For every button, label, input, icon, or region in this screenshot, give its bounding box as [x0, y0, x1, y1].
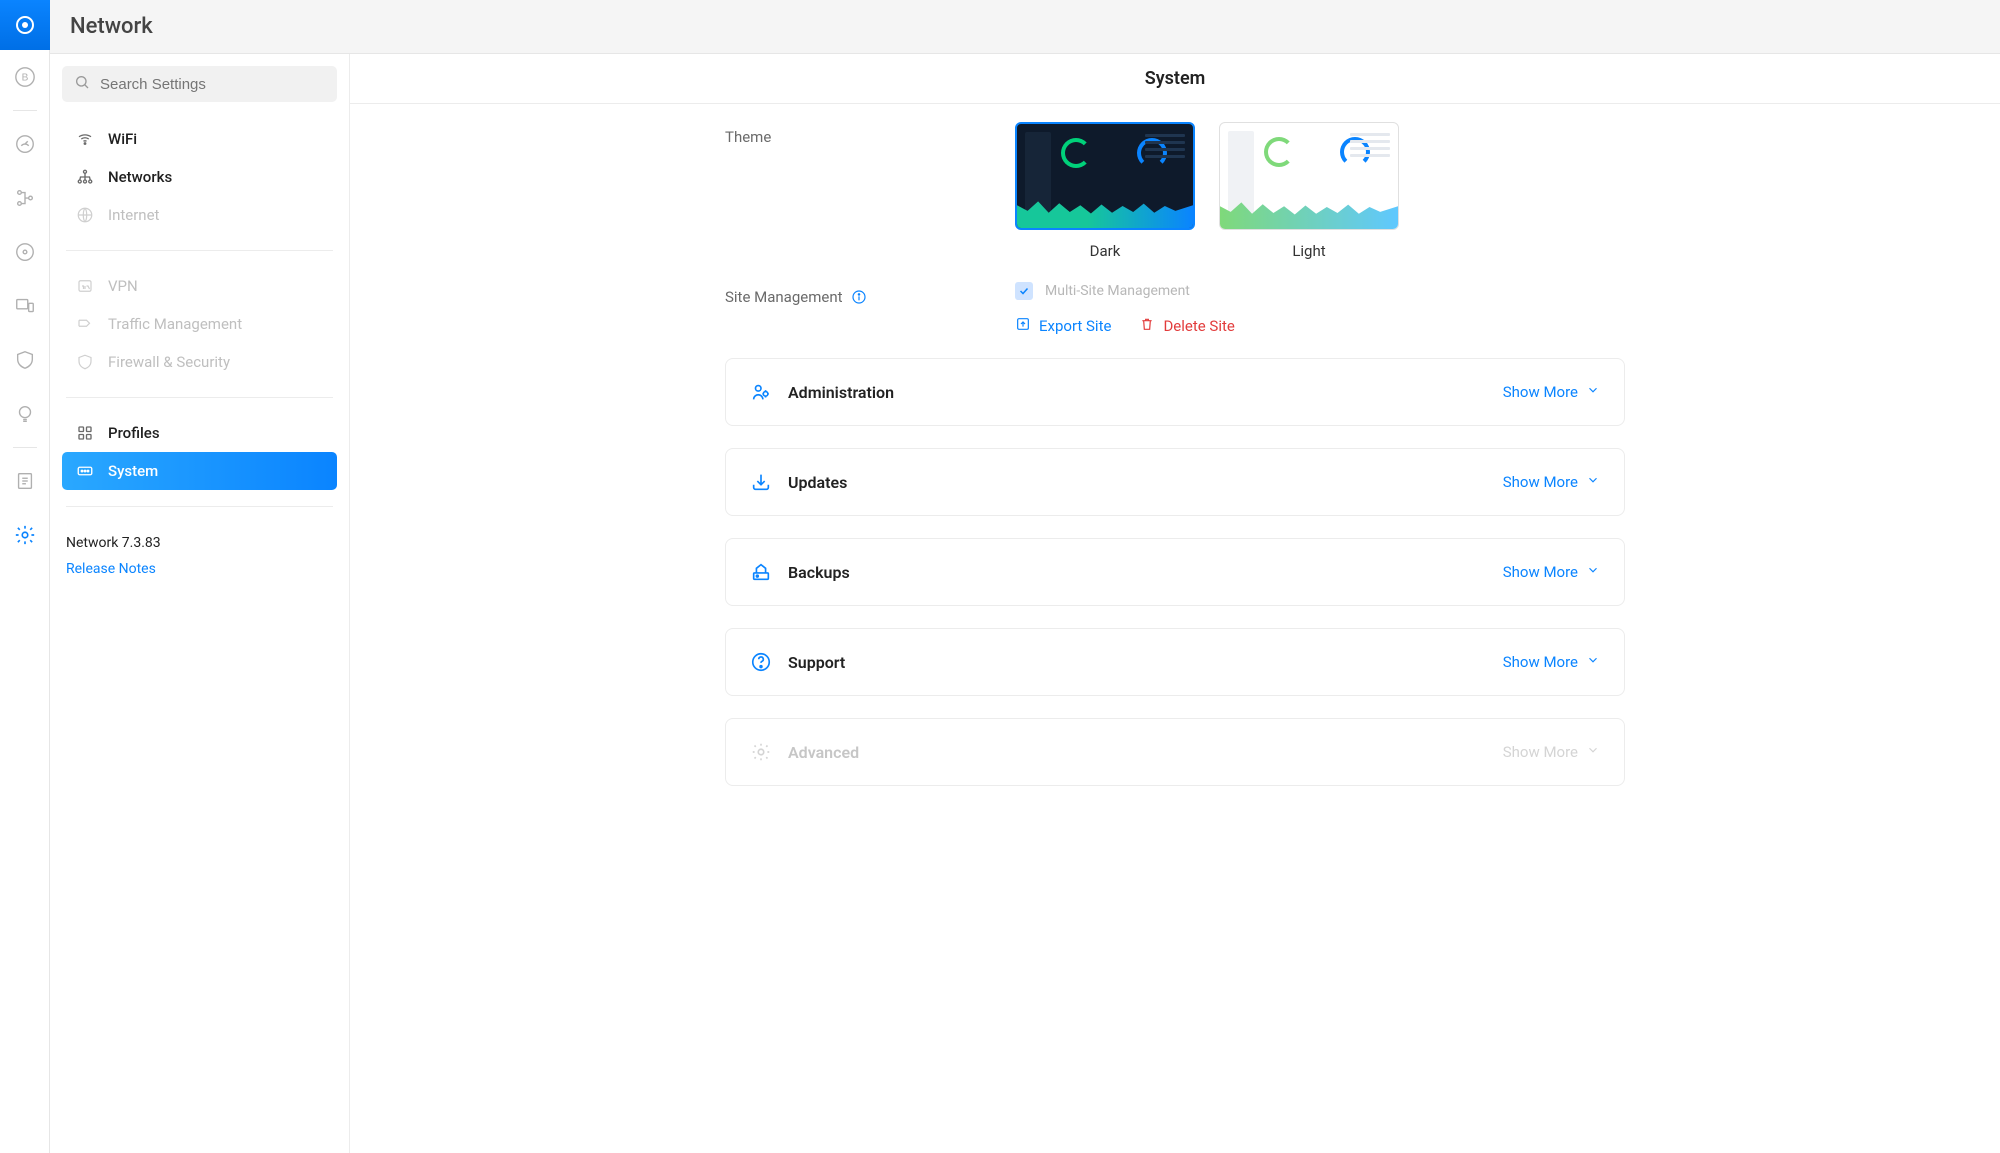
rail-item-b[interactable]: B	[0, 50, 50, 104]
sidebar-item-label: System	[108, 462, 158, 480]
rail-item-notes[interactable]	[0, 454, 50, 508]
traffic-icon	[76, 315, 94, 333]
trash-icon	[1139, 316, 1155, 336]
backup-icon	[750, 561, 772, 583]
card-backups: Backups Show More	[725, 538, 1625, 606]
theme-row: Theme	[725, 122, 1625, 260]
app-title: Network	[70, 14, 153, 39]
card-header-advanced[interactable]: Advanced Show More	[726, 719, 1624, 785]
version-label: Network 7.3.83	[66, 535, 333, 551]
help-icon	[750, 651, 772, 673]
chevron-down-icon	[1586, 563, 1600, 581]
site-management-label: Site Management	[725, 282, 985, 306]
release-notes-link[interactable]: Release Notes	[66, 561, 156, 577]
chevron-down-icon	[1586, 473, 1600, 491]
wifi-icon	[76, 130, 94, 148]
card-header-backups[interactable]: Backups Show More	[726, 539, 1624, 605]
search-icon	[74, 74, 90, 94]
theme-label: Theme	[725, 122, 985, 146]
main-scroll[interactable]: Theme	[350, 104, 2000, 1153]
card-header-administration[interactable]: Administration Show More	[726, 359, 1624, 425]
main: System Theme	[350, 54, 2000, 1153]
vpn-icon	[76, 277, 94, 295]
multi-site-label: Multi-Site Management	[1045, 283, 1190, 299]
sidebar-item-traffic[interactable]: Traffic Management	[62, 305, 337, 343]
theme-option-light[interactable]: Light	[1219, 122, 1399, 260]
sidebar-item-firewall[interactable]: Firewall & Security	[62, 343, 337, 381]
sidebar-item-label: VPN	[108, 277, 138, 295]
globe-icon	[76, 206, 94, 224]
rail-item-devices[interactable]	[0, 279, 50, 333]
theme-thumb-light	[1219, 122, 1399, 230]
theme-thumb-dark	[1015, 122, 1195, 230]
rail-item-topology[interactable]	[0, 171, 50, 225]
sidebar-item-internet[interactable]: Internet	[62, 196, 337, 234]
body: WiFi Networks Internet VPN	[50, 54, 2000, 1153]
sidebar-item-vpn[interactable]: VPN	[62, 267, 337, 305]
card-advanced: Advanced Show More	[725, 718, 1625, 786]
chevron-down-icon	[1586, 743, 1600, 761]
multi-site-checkbox[interactable]: Multi-Site Management	[1015, 282, 1625, 300]
rail-item-settings[interactable]	[0, 508, 50, 562]
sidebar-item-label: Traffic Management	[108, 315, 242, 333]
grid-icon	[76, 424, 94, 442]
rail-item-security[interactable]	[0, 333, 50, 387]
main-title: System	[350, 54, 2000, 104]
admin-icon	[750, 381, 772, 403]
theme-option-dark[interactable]: Dark	[1015, 122, 1195, 260]
system-icon	[76, 462, 94, 480]
rail-item-radar[interactable]	[0, 225, 50, 279]
show-more-support[interactable]: Show More	[1503, 653, 1600, 671]
shield-icon	[76, 353, 94, 371]
sidebar-item-profiles[interactable]: Profiles	[62, 414, 337, 452]
svg-text:B: B	[21, 73, 28, 84]
show-more-backups[interactable]: Show More	[1503, 563, 1600, 581]
rail-item-speed[interactable]	[0, 117, 50, 171]
app-container: Network WiFi Networks	[50, 0, 2000, 1153]
theme-option-label: Light	[1219, 242, 1399, 260]
networks-icon	[76, 168, 94, 186]
app-logo[interactable]	[0, 0, 50, 50]
show-more-administration[interactable]: Show More	[1503, 383, 1600, 401]
gear-icon	[750, 741, 772, 763]
show-more-updates[interactable]: Show More	[1503, 473, 1600, 491]
export-icon	[1015, 316, 1031, 336]
search-input[interactable]	[100, 76, 325, 93]
icon-rail: B	[0, 0, 50, 1153]
chevron-down-icon	[1586, 383, 1600, 401]
card-header-updates[interactable]: Updates Show More	[726, 449, 1624, 515]
sidebar-item-networks[interactable]: Networks	[62, 158, 337, 196]
delete-site-button[interactable]: Delete Site	[1139, 316, 1234, 336]
export-site-button[interactable]: Export Site	[1015, 316, 1111, 336]
search-box[interactable]	[62, 66, 337, 102]
sidebar-item-system[interactable]: System	[62, 452, 337, 490]
sidebar-item-label: Networks	[108, 168, 172, 186]
card-updates: Updates Show More	[725, 448, 1625, 516]
card-header-support[interactable]: Support Show More	[726, 629, 1624, 695]
chevron-down-icon	[1586, 653, 1600, 671]
site-management-row: Site Management Multi-Site Management	[725, 282, 1625, 336]
topbar: Network	[50, 0, 2000, 54]
checkbox-icon	[1015, 282, 1033, 300]
sidebar-item-wifi[interactable]: WiFi	[62, 120, 337, 158]
sidebar-item-label: Internet	[108, 206, 159, 224]
rail-item-bulb[interactable]	[0, 387, 50, 441]
show-more-advanced[interactable]: Show More	[1503, 743, 1600, 761]
sidebar-item-label: Profiles	[108, 424, 160, 442]
theme-option-label: Dark	[1015, 242, 1195, 260]
download-icon	[750, 471, 772, 493]
card-support: Support Show More	[725, 628, 1625, 696]
settings-sidebar: WiFi Networks Internet VPN	[50, 54, 350, 1153]
sidebar-item-label: WiFi	[108, 130, 137, 148]
info-icon[interactable]	[851, 289, 867, 305]
sidebar-item-label: Firewall & Security	[108, 353, 230, 371]
card-administration: Administration Show More	[725, 358, 1625, 426]
